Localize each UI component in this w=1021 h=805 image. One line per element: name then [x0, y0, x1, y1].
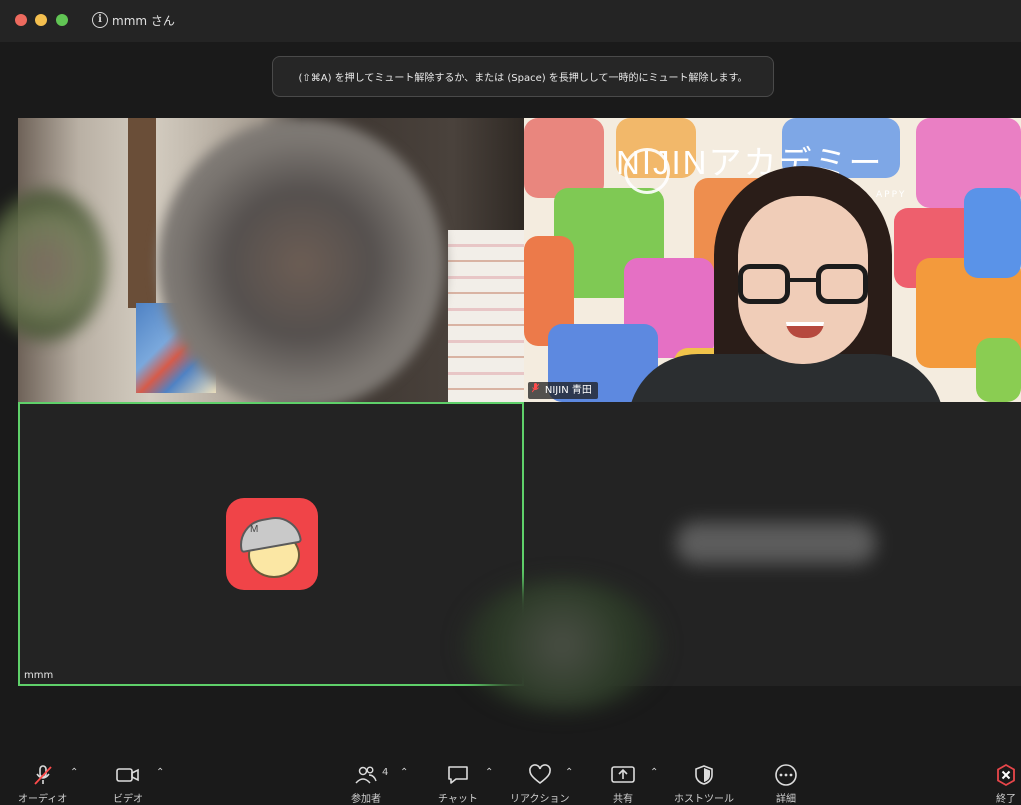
host-tools-label: ホストツール: [674, 794, 734, 805]
minimize-window-button[interactable]: [35, 14, 47, 26]
unmute-hint-banner: (⇧⌘A) を押してミュート解除するか、または (Space) を長押しして一時…: [272, 56, 774, 97]
video-options-chevron-icon[interactable]: ⌃: [156, 767, 164, 778]
video-label: ビデオ: [113, 794, 143, 805]
host-tools-button[interactable]: ホストツール: [674, 762, 734, 805]
chat-bubble-icon: [445, 762, 471, 788]
more-button[interactable]: 詳細: [773, 762, 799, 805]
more-label: 詳細: [776, 794, 796, 805]
participants-count: 4: [382, 767, 389, 778]
video-button[interactable]: ビデオ: [113, 762, 143, 805]
reactions-button[interactable]: リアクション: [510, 762, 570, 805]
self-video-tile[interactable]: M mmm: [18, 402, 524, 686]
window-titlebar: i mmm さん: [0, 0, 1021, 42]
end-meeting-label: 終了: [996, 794, 1016, 805]
reactions-options-chevron-icon[interactable]: ⌃: [565, 767, 573, 778]
share-options-chevron-icon[interactable]: ⌃: [650, 767, 658, 778]
audio-button[interactable]: オーディオ: [18, 762, 67, 805]
speaker-glasses-right: [816, 264, 868, 304]
video-camera-icon: [115, 762, 141, 788]
close-window-button[interactable]: [15, 14, 27, 26]
blurred-participant-name: [676, 522, 876, 564]
speaker-name: NIJIN 青田: [544, 385, 592, 396]
background-brand-subtext: APPY: [876, 190, 907, 200]
participants-icon: [353, 762, 379, 788]
share-screen-icon: [610, 762, 636, 788]
speaker-glasses-bridge: [788, 278, 818, 282]
share-label: 共有: [613, 794, 633, 805]
blurred-overlay-bottom: [462, 580, 662, 710]
mic-muted-icon: [30, 762, 56, 788]
audio-options-chevron-icon[interactable]: ⌃: [70, 767, 78, 778]
share-button[interactable]: 共有: [610, 762, 636, 805]
background-paint-block: [964, 188, 1021, 278]
unmute-hint-text: (⇧⌘A) を押してミュート解除するか、または (Space) を長押しして一時…: [298, 73, 748, 84]
participants-button[interactable]: 参加者: [351, 762, 381, 805]
self-avatar: M: [226, 498, 318, 590]
participants-label: 参加者: [351, 794, 381, 805]
door-frame: [128, 118, 156, 308]
mic-muted-icon: [531, 383, 542, 396]
wall-chart-poster: [448, 230, 524, 402]
speaker-glasses-left: [738, 264, 790, 304]
background-paint-block: [524, 118, 604, 198]
speaker-video-tile[interactable]: NIJINアカデミー APPY NIJIN 青田: [524, 118, 1021, 402]
chat-button[interactable]: チャット: [438, 762, 478, 805]
reactions-label: リアクション: [510, 794, 570, 805]
blurred-participant-face: [158, 118, 444, 402]
window-title: mmm さん: [112, 14, 175, 28]
fullscreen-window-button[interactable]: [56, 14, 68, 26]
more-options-icon: [773, 762, 799, 788]
meeting-info-icon[interactable]: i: [92, 12, 108, 28]
participants-options-chevron-icon[interactable]: ⌃: [400, 767, 408, 778]
audio-label: オーディオ: [18, 794, 68, 805]
end-meeting-icon: [993, 762, 1019, 788]
background-paint-block: [976, 338, 1021, 402]
end-meeting-button[interactable]: 終了: [993, 762, 1019, 805]
chat-label: チャット: [438, 794, 478, 805]
shield-icon: [691, 762, 717, 788]
chat-options-chevron-icon[interactable]: ⌃: [485, 767, 493, 778]
meeting-toolbar: オーディオ ⌃ ビデオ ⌃ 参加者 4 ⌃ チャット ⌃ リアクション ⌃ 共有…: [0, 752, 1021, 805]
self-name-tag: mmm: [24, 670, 54, 681]
avatar-cap-letter: M: [250, 524, 259, 535]
heart-icon: [527, 762, 553, 788]
speaker-name-tag: NIJIN 青田: [528, 382, 598, 399]
